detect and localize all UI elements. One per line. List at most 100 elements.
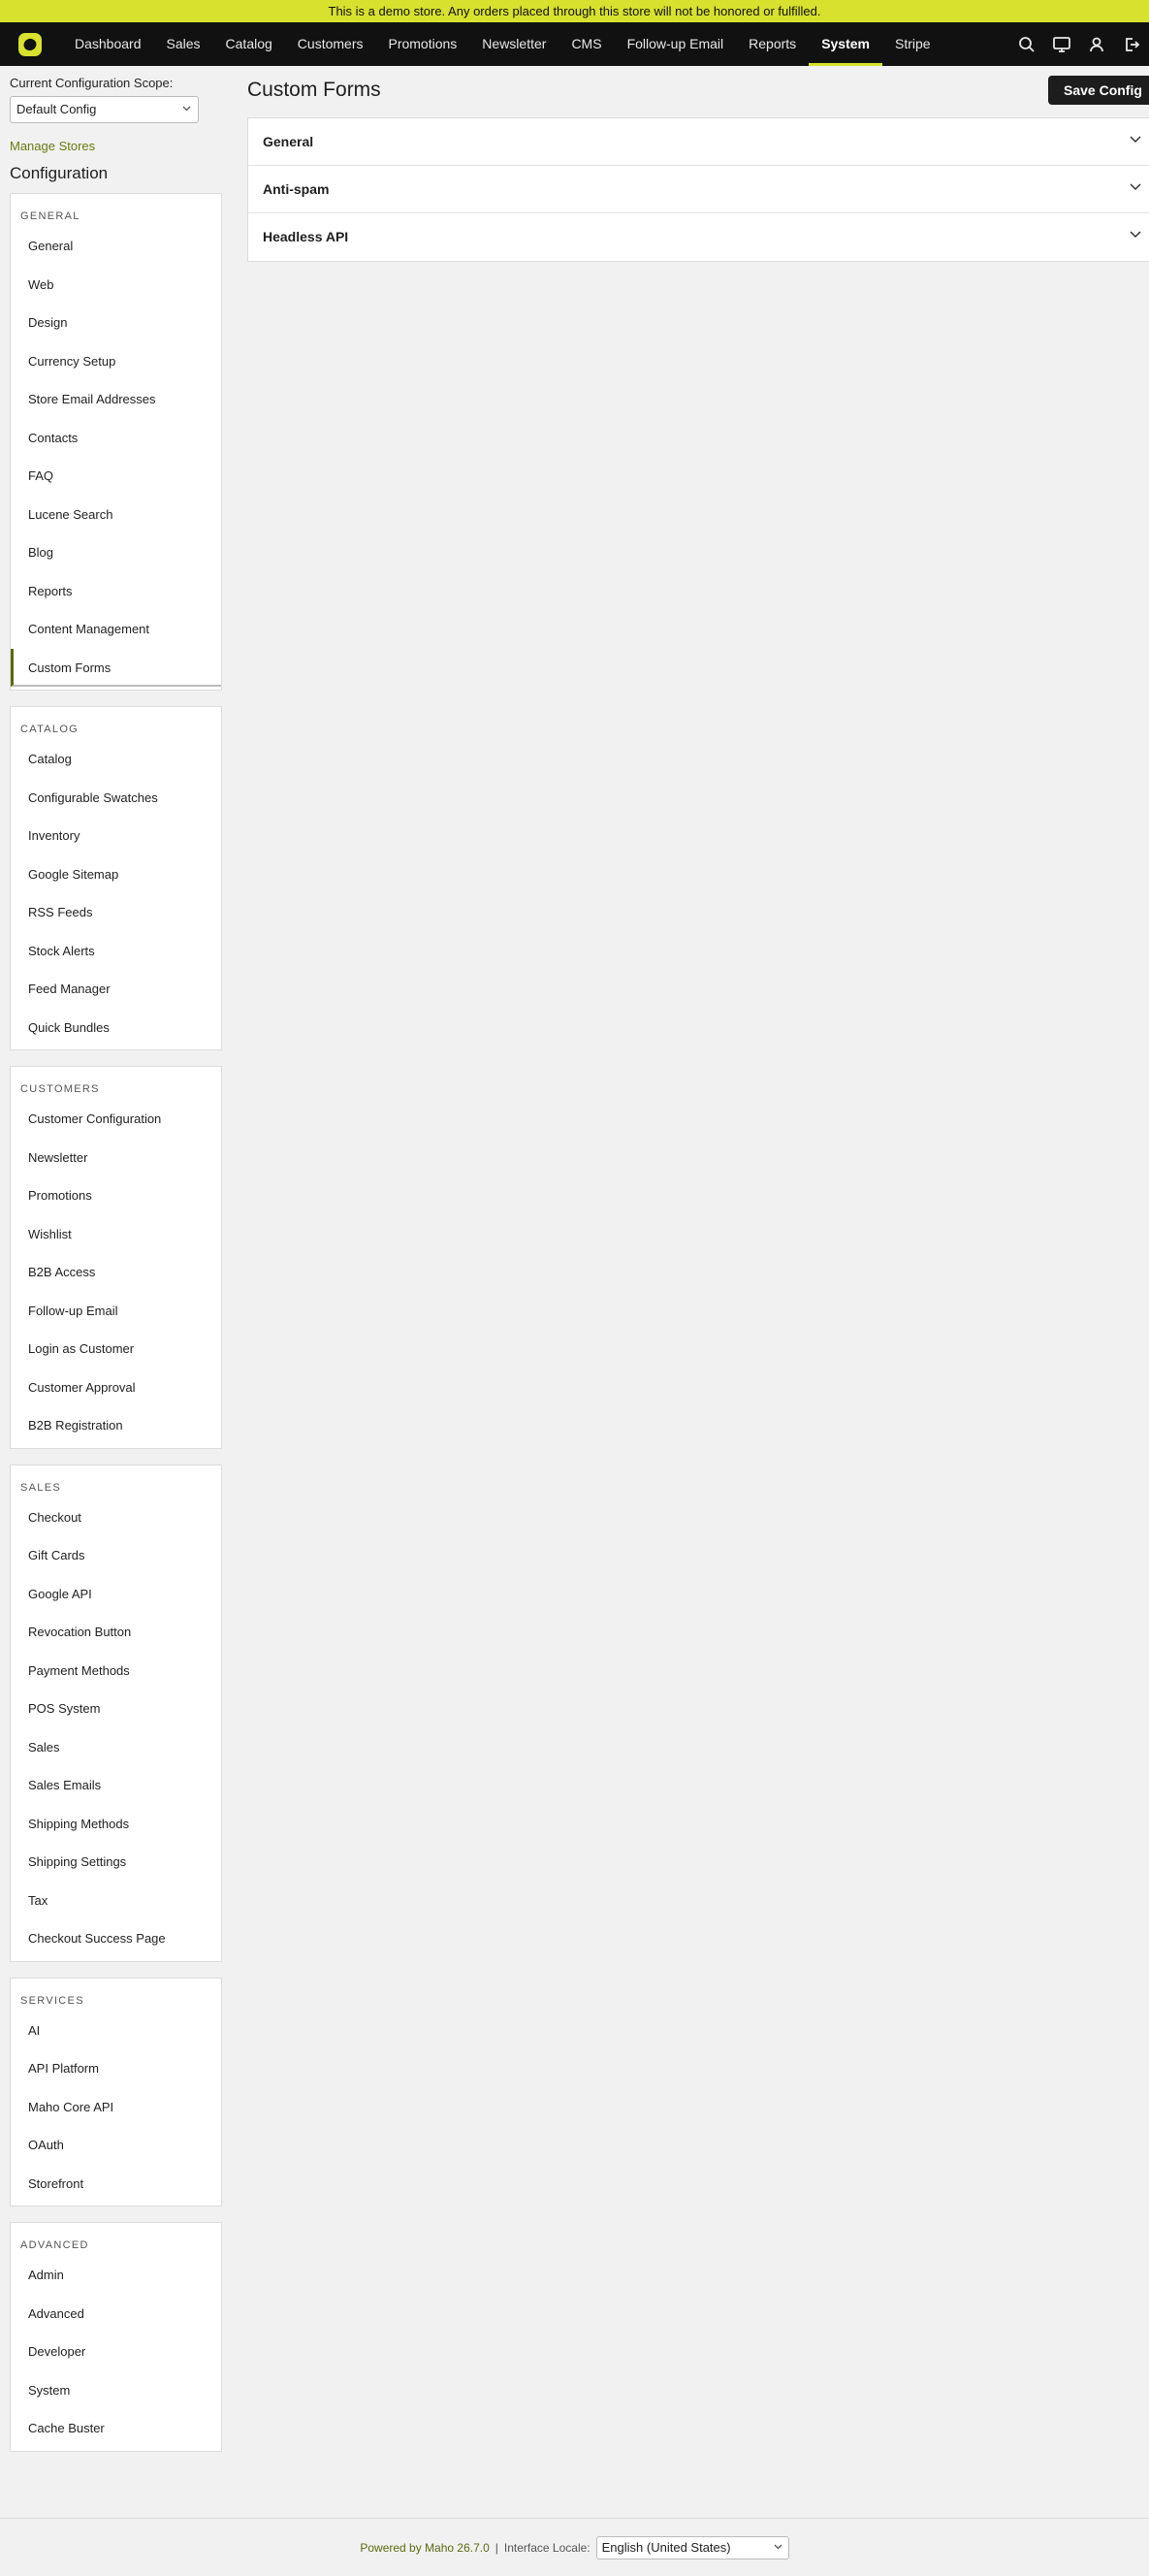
powered-by-text: Powered by Maho 26.7.0 — [360, 2540, 490, 2555]
sidebar-item-promotions[interactable]: Promotions — [11, 1176, 221, 1215]
sidebar-item-cache-buster[interactable]: Cache Buster — [11, 2409, 221, 2448]
sidebar-item-blog[interactable]: Blog — [11, 533, 221, 572]
sidebar-item-storefront[interactable]: Storefront — [11, 2165, 221, 2204]
sidebar-item-contacts[interactable]: Contacts — [11, 419, 221, 458]
config-group-title: Sales — [20, 1481, 61, 1494]
nav-item-dashboard[interactable]: Dashboard — [62, 22, 154, 66]
sidebar-item-sales-emails[interactable]: Sales Emails — [11, 1766, 221, 1805]
sidebar-item-general[interactable]: General — [11, 227, 221, 266]
config-group-customers: Customers Customer Configuration Newslette… — [10, 1066, 222, 1449]
section-headless-api[interactable]: Headless API — [248, 213, 1149, 261]
sidebar-item-advanced[interactable]: Advanced — [11, 2295, 221, 2334]
config-group-title: Catalog — [20, 724, 80, 735]
nav-item-cms[interactable]: CMS — [559, 22, 614, 66]
sidebar-item-gift-cards[interactable]: Gift Cards — [11, 1536, 221, 1575]
sidebar-item-maho-core-api[interactable]: Maho Core API — [11, 2088, 221, 2127]
sidebar-item-ai[interactable]: AI — [11, 2012, 221, 2050]
sidebar-item-customer-approval[interactable]: Customer Approval — [11, 1368, 221, 1407]
sidebar-item-developer[interactable]: Developer — [11, 2333, 221, 2371]
config-group-title: Advanced — [20, 2239, 89, 2251]
section-anti-spam[interactable]: Anti-spam — [248, 166, 1149, 213]
sidebar-item-custom-forms[interactable]: Custom Forms — [11, 648, 221, 687]
scope-label: Current Configuration Scope: — [10, 76, 174, 90]
sidebar-item-checkout-success-page[interactable]: Checkout Success Page — [11, 1919, 221, 1958]
top-navigation: Dashboard Sales Catalog Customers Promotions… — [0, 22, 1149, 66]
sidebar-item-revocation-button[interactable]: Revocation Button — [11, 1613, 221, 1652]
chevron-down-icon — [774, 2544, 782, 2549]
save-config-button[interactable]: Save Config — [1048, 76, 1149, 105]
sidebar-item-admin[interactable]: Admin — [11, 2256, 221, 2295]
sidebar-item-google-api[interactable]: Google API — [11, 1575, 221, 1614]
sidebar-item-customer-configuration[interactable]: Customer Configuration — [11, 1100, 221, 1139]
nav-item-sales[interactable]: Sales — [154, 22, 213, 66]
nav-item-reports[interactable]: Reports — [736, 22, 809, 66]
nav-item-customers[interactable]: Customers — [285, 22, 376, 66]
sidebar-item-currency-setup[interactable]: Currency Setup — [11, 342, 221, 381]
chevron-down-icon — [1130, 183, 1141, 191]
sidebar-item-google-sitemap[interactable]: Google Sitemap — [11, 855, 221, 894]
config-group-title: General — [20, 210, 80, 222]
config-group-title: Customers — [20, 1083, 100, 1095]
config-group-advanced: Advanced Admin Advanced Developer System Cach… — [10, 2222, 222, 2452]
sidebar-item-reports[interactable]: Reports — [11, 572, 221, 611]
sidebar-item-system[interactable]: System — [11, 2371, 221, 2410]
nav-item-system[interactable]: System — [809, 22, 882, 66]
sidebar-item-checkout[interactable]: Checkout — [11, 1498, 221, 1537]
nav-item-stripe[interactable]: Stripe — [882, 22, 943, 66]
nav-item-promotions[interactable]: Promotions — [375, 22, 469, 66]
sidebar-item-login-as-customer[interactable]: Login as Customer — [11, 1330, 221, 1368]
sidebar-item-oauth[interactable]: OAuth — [11, 2126, 221, 2165]
demo-store-banner: This is a demo store. Any orders placed … — [0, 0, 1149, 22]
locale-select[interactable]: English (United States) — [595, 2535, 789, 2560]
sidebar-item-catalog[interactable]: Catalog — [11, 740, 221, 779]
manage-stores-link[interactable]: Manage Stores — [10, 139, 222, 153]
section-label: Anti-spam — [263, 181, 330, 197]
nav-item-newsletter[interactable]: Newsletter — [469, 22, 559, 66]
sidebar-item-b2b-registration[interactable]: B2B Registration — [11, 1406, 221, 1445]
sidebar-item-newsletter[interactable]: Newsletter — [11, 1139, 221, 1177]
sidebar-item-lucene-search[interactable]: Lucene Search — [11, 496, 221, 534]
sidebar-item-api-platform[interactable]: API Platform — [11, 2049, 221, 2088]
nav-item-follow-up-email[interactable]: Follow-up Email — [615, 22, 737, 66]
config-group-sales: Sales Checkout Gift Cards Google API Revocat… — [10, 1464, 222, 1962]
sidebar-item-tax[interactable]: Tax — [11, 1882, 221, 1920]
sidebar-item-b2b-access[interactable]: B2B Access — [11, 1253, 221, 1292]
sidebar-item-design[interactable]: Design — [11, 304, 221, 342]
config-sections: General Anti-spam Headless API — [247, 117, 1149, 262]
search-icon[interactable] — [1009, 22, 1044, 66]
sidebar-item-pos-system[interactable]: POS System — [11, 1690, 221, 1728]
nav-item-catalog[interactable]: Catalog — [213, 22, 285, 66]
config-sidebar: Current Configuration Scope: Default Con… — [10, 76, 222, 2467]
config-group-general: General General Web Design Currency Setup Sto… — [10, 193, 222, 691]
scope-select-value: Default Config — [16, 102, 97, 116]
sidebar-item-stock-alerts[interactable]: Stock Alerts — [11, 932, 221, 971]
sidebar-item-store-email-addresses[interactable]: Store Email Addresses — [11, 380, 221, 419]
sidebar-item-follow-up-email[interactable]: Follow-up Email — [11, 1292, 221, 1331]
sidebar-item-shipping-settings[interactable]: Shipping Settings — [11, 1843, 221, 1882]
sidebar-item-sales[interactable]: Sales — [11, 1728, 221, 1767]
chevron-down-icon — [182, 106, 191, 112]
sidebar-item-content-management[interactable]: Content Management — [11, 610, 221, 649]
logout-icon[interactable] — [1114, 22, 1149, 66]
config-group-catalog: Catalog Catalog Configurable Swatches Inven… — [10, 706, 222, 1050]
sidebar-item-payment-methods[interactable]: Payment Methods — [11, 1652, 221, 1690]
section-label: Headless API — [263, 229, 349, 244]
sidebar-item-faq[interactable]: FAQ — [11, 457, 221, 496]
sidebar-item-rss-feeds[interactable]: RSS Feeds — [11, 893, 221, 932]
footer: Powered by Maho 26.7.0 | Interface Local… — [0, 2518, 1149, 2576]
sidebar-item-quick-bundles[interactable]: Quick Bundles — [11, 1009, 221, 1047]
sidebar-item-feed-manager[interactable]: Feed Manager — [11, 970, 221, 1009]
sidebar-item-configurable-swatches[interactable]: Configurable Swatches — [11, 779, 221, 818]
main-content: Custom Forms Save Config General Anti-spa… — [247, 76, 1149, 262]
sidebar-item-web[interactable]: Web — [11, 266, 221, 305]
sidebar-item-inventory[interactable]: Inventory — [11, 817, 221, 855]
config-group-services: Services AI API Platform Maho Core API OAuth… — [10, 1977, 222, 2206]
sidebar-item-wishlist[interactable]: Wishlist — [11, 1215, 221, 1254]
sidebar-item-shipping-methods[interactable]: Shipping Methods — [11, 1805, 221, 1844]
header-actions — [1009, 22, 1149, 66]
maho-logo-icon[interactable] — [17, 32, 43, 57]
monitor-icon[interactable] — [1044, 22, 1079, 66]
section-general[interactable]: General — [248, 118, 1149, 166]
scope-select[interactable]: Default Config — [10, 96, 199, 123]
user-icon[interactable] — [1079, 22, 1114, 66]
